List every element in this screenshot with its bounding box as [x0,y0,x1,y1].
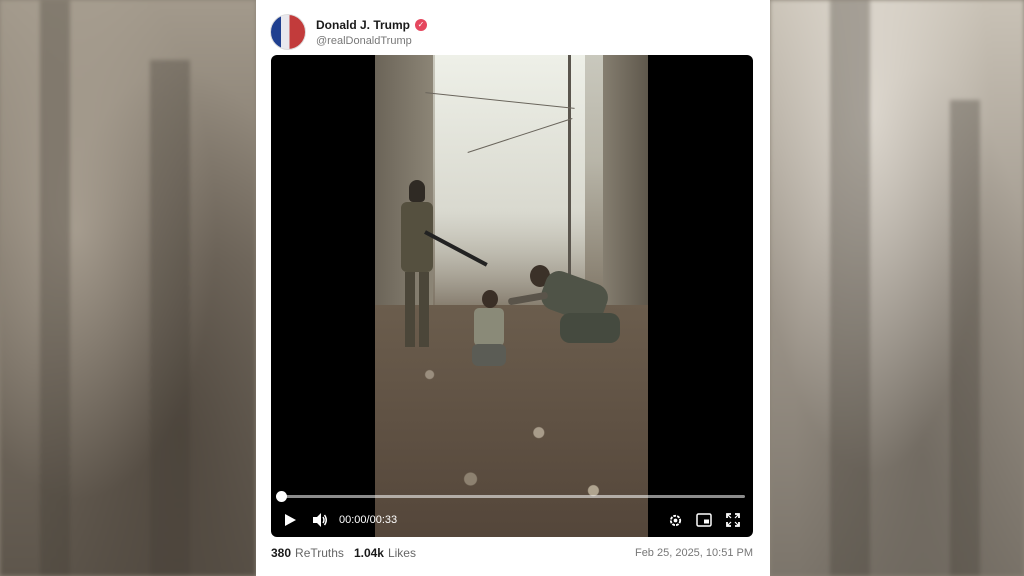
video-player[interactable]: 00:00/00:33 [271,55,753,537]
background-blur-right [770,0,1024,576]
retruths-label[interactable]: ReTruths [295,546,344,560]
author-handle[interactable]: @realDonaldTrump [316,35,427,47]
post-header: Donald J. Trump ✓ @realDonaldTrump [270,14,428,50]
video-time: 00:00/00:33 [339,514,397,526]
video-scrubber-handle[interactable] [276,491,287,502]
post-footer: 380 ReTruths 1.04k Likes Feb 25, 2025, 1… [271,544,753,562]
current-time: 00:00 [339,514,367,526]
video-frame [375,55,648,537]
gear-icon[interactable] [666,511,684,529]
post-timestamp[interactable]: Feb 25, 2025, 10:51 PM [635,547,753,559]
likes-label[interactable]: Likes [388,546,416,560]
fullscreen-icon[interactable] [724,511,742,529]
author-info: Donald J. Trump ✓ @realDonaldTrump [316,18,428,47]
avatar[interactable] [270,14,306,50]
verified-badge-icon: ✓ [415,18,428,31]
volume-icon[interactable] [311,511,329,529]
retruths-count[interactable]: 380 [271,546,291,560]
background-blur-left [0,0,256,576]
video-progress-bar[interactable] [281,495,745,498]
video-controls: 00:00/00:33 [271,507,753,533]
truth-post-card: Donald J. Trump ✓ @realDonaldTrump 00:00… [256,0,770,576]
author-display-name[interactable]: Donald J. Trump [316,18,410,32]
picture-in-picture-icon[interactable] [695,511,713,529]
duration: 00:33 [369,514,398,526]
likes-count[interactable]: 1.04k [354,546,384,560]
play-icon[interactable] [281,511,299,529]
